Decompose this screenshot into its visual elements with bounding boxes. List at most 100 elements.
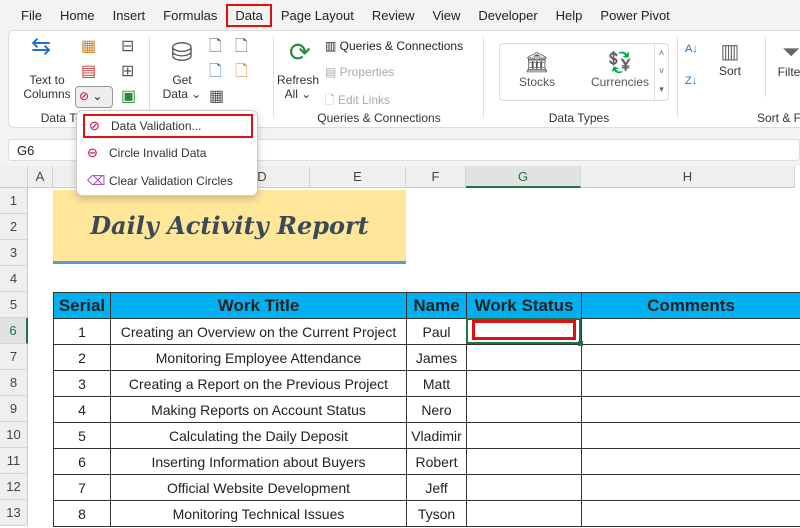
consolidate-icon[interactable]: ⊟ [121, 39, 134, 55]
row-header-8[interactable]: 8 [0, 370, 28, 396]
cell-work-status[interactable] [466, 422, 582, 449]
cell-name[interactable]: James [406, 344, 467, 371]
manage-data-model-icon[interactable]: ▣ [121, 89, 136, 105]
menu-home[interactable]: Home [51, 4, 104, 27]
cell-work-title[interactable]: Inserting Information about Buyers [110, 448, 407, 475]
cell-comments[interactable] [581, 422, 800, 449]
cell-name[interactable]: Nero [406, 396, 467, 423]
row-header-7[interactable]: 7 [0, 344, 28, 370]
currency-icon: 💱 [607, 52, 633, 74]
edit-links-button[interactable]: 🗋 Edit Links [325, 91, 390, 112]
cell-work-status[interactable] [466, 448, 582, 475]
cell-comments[interactable] [581, 344, 800, 371]
menu-developer[interactable]: Developer [469, 4, 546, 27]
queries-connections-button[interactable]: ▥ Queries & Connections [325, 39, 463, 53]
currencies-button[interactable]: 💱 Currencies [588, 50, 652, 89]
menu-file[interactable]: File [12, 4, 51, 27]
sort-button[interactable]: ▥ Sort [713, 39, 747, 78]
cell-comments[interactable] [581, 448, 800, 475]
cell-serial[interactable]: 1 [53, 318, 111, 345]
menu-view[interactable]: View [423, 4, 469, 27]
cell-work-title[interactable]: Creating a Report on the Previous Projec… [110, 370, 407, 397]
cell-work-title[interactable]: Monitoring Technical Issues [110, 500, 407, 527]
cell-name[interactable]: Vladimir [406, 422, 467, 449]
column-header-f[interactable]: F [406, 166, 466, 188]
existing-connections-icon[interactable]: 🗋 [235, 64, 248, 80]
get-data-button[interactable]: Get Data ⌄ [157, 73, 207, 101]
cell-comments[interactable] [581, 500, 800, 527]
column-header-e[interactable]: E [310, 166, 406, 188]
menu-data[interactable]: Data [226, 3, 272, 27]
cell-work-title[interactable]: Monitoring Employee Attendance [110, 344, 407, 371]
row-header-12[interactable]: 12 [0, 474, 28, 500]
worksheet-grid[interactable]: ABCDEFGH 12345678910111213 Daily Activit… [0, 166, 800, 528]
column-header-h[interactable]: H [581, 166, 795, 188]
menu-review[interactable]: Review [363, 4, 424, 27]
menu-power-pivot[interactable]: Power Pivot [591, 4, 678, 27]
cell-serial[interactable]: 5 [53, 422, 111, 449]
from-table-icon[interactable]: ▦ [209, 89, 224, 105]
sort-a-z-icon[interactable]: A↓ [685, 43, 698, 55]
menu-item-circle-invalid-data[interactable]: ⊖ Circle Invalid Data [83, 141, 253, 165]
menu-insert[interactable]: Insert [104, 4, 155, 27]
cell-work-title[interactable]: Official Website Development [110, 474, 407, 501]
text-to-columns-button[interactable]: Text to Columns [17, 73, 77, 101]
row-header-4[interactable]: 4 [0, 266, 28, 292]
menu-item-clear-validation-circles[interactable]: ⌫ Clear Validation Circles [83, 169, 253, 193]
row-header-1[interactable]: 1 [0, 188, 28, 214]
cell-work-status[interactable] [466, 344, 582, 371]
select-all[interactable] [0, 166, 28, 188]
cell-work-status[interactable] [466, 474, 582, 501]
menu-formulas[interactable]: Formulas [154, 4, 226, 27]
row-header-5[interactable]: 5 [0, 292, 28, 318]
cell-comments[interactable] [581, 370, 800, 397]
cell-work-title[interactable]: Making Reports on Account Status [110, 396, 407, 423]
cell-serial[interactable]: 4 [53, 396, 111, 423]
recent-sources-icon[interactable]: 🗋 [235, 39, 248, 55]
cell-serial[interactable]: 6 [53, 448, 111, 475]
data-validation-button[interactable]: ⊘ ⌄ [75, 86, 113, 108]
menu-page-layout[interactable]: Page Layout [272, 4, 363, 27]
gallery-scroll[interactable]: ˄ ˅ ▾ [654, 44, 668, 100]
filter-button[interactable]: ⏷Filter [771, 39, 800, 79]
cell-work-title[interactable]: Creating an Overview on the Current Proj… [110, 318, 407, 345]
cell-work-title[interactable]: Calculating the Daily Deposit [110, 422, 407, 449]
properties-button[interactable]: ▤ Properties [325, 65, 394, 79]
relationships-icon[interactable]: ⊞ [121, 64, 134, 80]
flash-fill-icon[interactable]: ▦ [81, 39, 96, 55]
cell-work-status[interactable] [466, 396, 582, 423]
row-header-10[interactable]: 10 [0, 422, 28, 448]
cell-comments[interactable] [581, 318, 800, 345]
cell-work-status[interactable] [466, 500, 582, 527]
sort-z-a-icon[interactable]: Z↓ [685, 75, 697, 87]
cell-name[interactable]: Robert [406, 448, 467, 475]
row-header-6[interactable]: 6 [0, 318, 28, 344]
menu-item-data-validation[interactable]: ⊘ Data Validation... [83, 114, 253, 138]
cell-serial[interactable]: 2 [53, 344, 111, 371]
name-box[interactable]: G6 [17, 143, 34, 158]
column-header-a[interactable]: A [28, 166, 53, 188]
cell-serial[interactable]: 8 [53, 500, 111, 527]
row-header-3[interactable]: 3 [0, 240, 28, 266]
remove-duplicates-icon[interactable]: ▤ [81, 64, 96, 80]
cell-comments[interactable] [581, 396, 800, 423]
cell-work-status[interactable] [466, 370, 582, 397]
fill-handle[interactable] [578, 341, 583, 346]
column-header-g[interactable]: G [466, 166, 581, 188]
cell-name[interactable]: Jeff [406, 474, 467, 501]
stocks-button[interactable]: 🏛 Stocks [512, 50, 562, 89]
from-text-icon[interactable]: 🗋 [209, 39, 222, 55]
cell-serial[interactable]: 7 [53, 474, 111, 501]
cell-name[interactable]: Matt [406, 370, 467, 397]
menu-help[interactable]: Help [547, 4, 592, 27]
cell-comments[interactable] [581, 474, 800, 501]
cell-serial[interactable]: 3 [53, 370, 111, 397]
row-header-9[interactable]: 9 [0, 396, 28, 422]
cell-name[interactable]: Tyson [406, 500, 467, 527]
row-header-13[interactable]: 13 [0, 500, 28, 526]
row-header-2[interactable]: 2 [0, 214, 28, 240]
row-header-11[interactable]: 11 [0, 448, 28, 474]
from-web-icon[interactable]: 🗋 [209, 64, 222, 80]
cell-name[interactable]: Paul [406, 318, 467, 345]
refresh-all-button[interactable]: Refresh All ⌄ [275, 73, 321, 101]
